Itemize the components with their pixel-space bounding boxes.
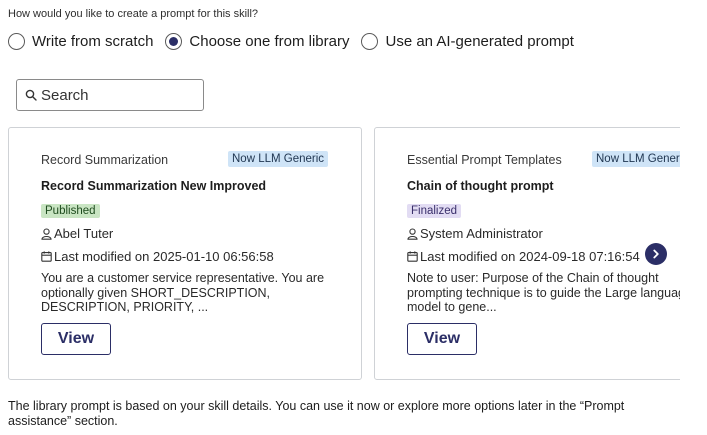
prompt-card: Record Summarization Now LLM Generic Rec… — [8, 127, 362, 380]
calendar-icon — [41, 251, 52, 262]
prompt-creation-question: How would you like to create a prompt fo… — [8, 8, 259, 20]
prompt-library-carousel: Record Summarization Now LLM Generic Rec… — [8, 127, 680, 381]
model-badge: Now LLM Generic — [228, 151, 329, 167]
search-input[interactable] — [41, 86, 191, 104]
calendar-icon — [407, 251, 418, 262]
card-author: Abel Tuter — [41, 226, 113, 241]
modified-date: Last modified on 2024-09-18 07:16:54 — [420, 249, 640, 264]
radio-label: Write from scratch — [32, 33, 154, 50]
search-icon — [25, 89, 37, 101]
library-info-note: The library prompt is based on your skil… — [8, 399, 625, 428]
radio-button[interactable] — [361, 33, 379, 50]
user-icon — [407, 227, 418, 240]
card-last-modified: Last modified on 2024-09-18 07:16:54 — [407, 249, 640, 264]
radio-ai-generated[interactable]: Use an AI-generated prompt — [361, 33, 574, 50]
card-title: Chain of thought prompt — [407, 179, 554, 193]
view-button[interactable]: View — [407, 323, 477, 355]
card-description: Note to user: Purpose of the Chain of th… — [407, 271, 680, 314]
status-badge: Published — [41, 204, 100, 218]
radio-dot — [169, 37, 179, 46]
search-box[interactable] — [16, 79, 204, 111]
author-name: Abel Tuter — [54, 226, 114, 241]
modified-date: Last modified on 2025-01-10 06:56:58 — [54, 249, 274, 264]
carousel-next-button[interactable] — [645, 243, 667, 265]
chevron-right-icon — [653, 249, 659, 259]
card-category: Record Summarization — [41, 153, 169, 167]
user-icon — [41, 227, 52, 240]
radio-choose-from-library[interactable]: Choose one from library — [165, 33, 349, 50]
card-author: System Administrator — [407, 226, 543, 241]
prompt-card: Essential Prompt Templates Now LLM Gener… — [374, 127, 680, 380]
radio-label: Choose one from library — [189, 33, 350, 50]
card-title: Record Summarization New Improved — [41, 179, 267, 193]
status-badge: Finalized — [407, 204, 462, 218]
prompt-source-radio-group: Write from scratch Choose one from libra… — [8, 33, 586, 50]
author-name: System Administrator — [420, 226, 543, 241]
radio-button-selected[interactable] — [165, 33, 183, 50]
card-category: Essential Prompt Templates — [407, 153, 562, 167]
card-last-modified: Last modified on 2025-01-10 06:56:58 — [41, 249, 274, 264]
view-button[interactable]: View — [41, 323, 111, 355]
radio-label: Use an AI-generated prompt — [385, 33, 574, 50]
radio-button[interactable] — [8, 33, 25, 50]
model-badge: Now LLM Generic — [592, 151, 680, 167]
radio-write-from-scratch[interactable]: Write from scratch — [8, 33, 153, 50]
card-description: You are a customer service representativ… — [41, 271, 325, 314]
